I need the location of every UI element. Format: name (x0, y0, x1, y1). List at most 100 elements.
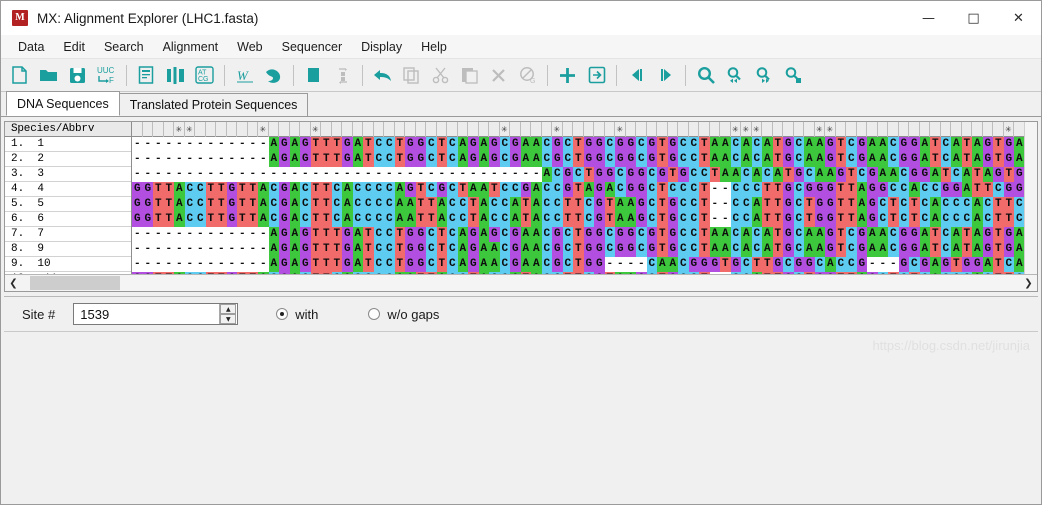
sequence-base[interactable]: A (720, 167, 731, 182)
sequence-base[interactable]: A (972, 197, 983, 212)
sequence-base[interactable]: G (279, 137, 290, 152)
sequence-base[interactable]: - (163, 137, 174, 152)
sequence-base[interactable]: T (993, 152, 1004, 167)
sequence-base[interactable]: C (846, 137, 857, 152)
sequence-base[interactable]: G (982, 152, 993, 167)
sequence-base[interactable]: G (940, 182, 951, 197)
ruler-tick[interactable] (888, 122, 899, 137)
sequence-base[interactable]: T (699, 227, 710, 242)
sequence-base[interactable]: G (709, 257, 720, 272)
ruler-tick[interactable] (195, 122, 206, 137)
ruler-tick[interactable] (405, 122, 416, 137)
sequence-base[interactable]: T (363, 242, 374, 257)
sequence-base[interactable]: G (919, 167, 930, 182)
new-file-icon[interactable] (6, 62, 33, 89)
sequence-base[interactable]: A (174, 212, 185, 227)
sequence-base[interactable]: C (688, 212, 699, 227)
sequence-base[interactable]: G (510, 137, 521, 152)
sequence-base[interactable]: G (300, 227, 311, 242)
muscle-arm-icon[interactable] (260, 62, 287, 89)
sequence-base[interactable]: C (562, 257, 573, 272)
sequence-base[interactable]: - (195, 152, 206, 167)
ruler-tick[interactable] (636, 122, 647, 137)
sequence-base[interactable]: A (972, 152, 983, 167)
sequence-base[interactable]: - (457, 167, 468, 182)
sequence-base[interactable]: - (163, 152, 174, 167)
sequence-base[interactable]: C (562, 242, 573, 257)
sequence-base[interactable]: T (247, 182, 258, 197)
sequence-base[interactable]: C (888, 227, 899, 242)
sequence-base[interactable]: T (489, 182, 500, 197)
sequence-base[interactable]: T (772, 212, 783, 227)
sequence-base[interactable]: T (762, 212, 773, 227)
menu-item-display[interactable]: Display (352, 37, 411, 57)
sequence-base[interactable]: - (258, 227, 269, 242)
atcg-icon[interactable]: AT CG (191, 62, 218, 89)
menu-item-alignment[interactable]: Alignment (154, 37, 228, 57)
sequence-base[interactable]: T (394, 227, 405, 242)
sequence-base[interactable]: - (132, 257, 143, 272)
sequence-base[interactable]: - (205, 152, 216, 167)
sequence-base[interactable]: T (394, 242, 405, 257)
sequence-base[interactable]: T (993, 137, 1004, 152)
sequence-base[interactable]: A (352, 257, 363, 272)
sequence-base[interactable]: G (814, 212, 825, 227)
sequence-base[interactable]: C (195, 197, 206, 212)
sequence-base[interactable]: G (636, 212, 647, 227)
sequence-base[interactable]: - (216, 257, 227, 272)
sequence-base[interactable]: - (142, 227, 153, 242)
sequence-base[interactable]: C (751, 182, 762, 197)
sequence-base[interactable]: A (342, 182, 353, 197)
sequence-base[interactable]: A (531, 197, 542, 212)
sequence-base[interactable]: C (268, 212, 279, 227)
sequence-base[interactable]: T (762, 182, 773, 197)
sequence-base[interactable]: A (478, 242, 489, 257)
sequence-base[interactable]: A (268, 227, 279, 242)
sequence-base[interactable]: C (751, 227, 762, 242)
sequence-base[interactable]: C (793, 137, 804, 152)
sequence-base[interactable]: A (814, 137, 825, 152)
sequence-base[interactable]: - (163, 227, 174, 242)
sequence-base[interactable]: C (793, 152, 804, 167)
sequence-base[interactable]: A (352, 227, 363, 242)
sequence-base[interactable]: - (258, 152, 269, 167)
ruler-tick[interactable]: ✳ (731, 122, 741, 137)
sequence-base[interactable]: C (541, 257, 552, 272)
sequence-base[interactable]: C (373, 137, 384, 152)
sequence-base[interactable]: G (646, 227, 657, 242)
ruler-tick[interactable] (374, 122, 384, 137)
sequence-base[interactable]: T (573, 227, 584, 242)
sequence-base[interactable]: A (972, 212, 983, 227)
sequence-base[interactable]: G (793, 167, 804, 182)
sequence-base[interactable]: A (615, 197, 626, 212)
sequence-base[interactable]: - (258, 167, 269, 182)
sequence-base[interactable]: T (573, 152, 584, 167)
sequence-base[interactable]: C (688, 242, 699, 257)
sequence-base[interactable]: - (132, 227, 143, 242)
sequence-base[interactable]: G (783, 227, 794, 242)
ruler-tick[interactable]: ✳ (174, 122, 185, 137)
ruler-tick[interactable] (867, 122, 878, 137)
sequence-base[interactable]: C (373, 182, 384, 197)
sequence-base[interactable]: A (867, 152, 878, 167)
sequence-base[interactable]: T (835, 227, 846, 242)
sequence-base[interactable]: C (898, 167, 909, 182)
sequence-base[interactable]: A (478, 152, 489, 167)
sequence-base[interactable]: T (310, 242, 321, 257)
sequence-base[interactable]: G (405, 242, 416, 257)
sequence-base[interactable]: T (153, 182, 164, 197)
sequence-base[interactable]: A (520, 242, 531, 257)
sequence-base[interactable]: - (237, 137, 248, 152)
sequence-base[interactable]: - (205, 167, 216, 182)
ruler-tick[interactable] (321, 122, 332, 137)
sequence-base[interactable]: A (951, 227, 962, 242)
sequence-base[interactable]: G (415, 227, 426, 242)
sequence-base[interactable]: C (541, 242, 552, 257)
sequence-base[interactable]: C (730, 242, 741, 257)
sequence-base[interactable]: A (877, 227, 888, 242)
sequence-base[interactable]: G (856, 257, 867, 272)
sequence-base[interactable]: G (300, 257, 311, 272)
sequence-base[interactable]: - (195, 167, 206, 182)
sequence-base[interactable]: G (667, 242, 678, 257)
ruler-tick[interactable] (279, 122, 290, 137)
